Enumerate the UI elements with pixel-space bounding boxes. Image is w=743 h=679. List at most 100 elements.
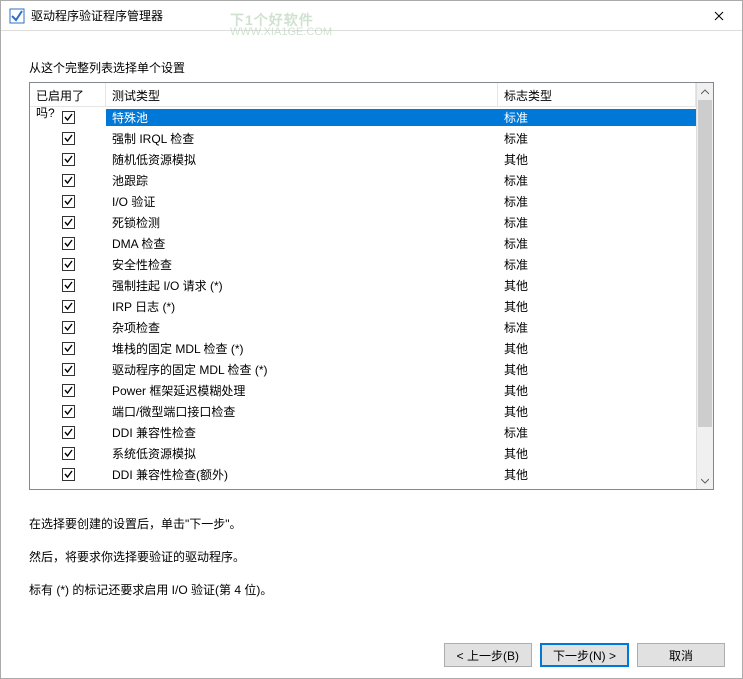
cell-test-type: DMA 检查: [106, 235, 498, 252]
enabled-checkbox[interactable]: [62, 216, 75, 229]
enabled-checkbox[interactable]: [62, 405, 75, 418]
table-row[interactable]: 堆栈的固定 MDL 检查 (*)其他: [30, 338, 696, 359]
table-row[interactable]: IRP 日志 (*)其他: [30, 296, 696, 317]
scrollbar-thumb[interactable]: [698, 100, 712, 427]
column-header-testtype[interactable]: 测试类型: [106, 83, 498, 106]
cell-test-type: 强制挂起 I/O 请求 (*): [106, 277, 498, 294]
cell-test-type: 端口/微型端口接口检查: [106, 403, 498, 420]
cancel-button[interactable]: 取消: [637, 643, 725, 667]
close-button[interactable]: [696, 1, 742, 31]
wizard-buttons: < 上一步(B) 下一步(N) > 取消: [444, 643, 725, 667]
column-header-flagtype[interactable]: 标志类型: [498, 83, 696, 106]
table-row[interactable]: DDI 兼容性检查(额外)其他: [30, 464, 696, 485]
checkmark-icon: [63, 175, 74, 186]
close-icon: [714, 11, 724, 21]
cell-enabled: [30, 342, 106, 355]
cell-enabled: [30, 468, 106, 481]
table-row[interactable]: 驱动程序的固定 MDL 检查 (*)其他: [30, 359, 696, 380]
window-title: 驱动程序验证程序管理器: [31, 7, 163, 24]
enabled-checkbox[interactable]: [62, 384, 75, 397]
enabled-checkbox[interactable]: [62, 237, 75, 250]
checkmark-icon: [63, 259, 74, 270]
note-line-1: 在选择要创建的设置后，单击"下一步"。: [29, 516, 714, 533]
table-row[interactable]: 端口/微型端口接口检查其他: [30, 401, 696, 422]
scrollbar-track[interactable]: [697, 100, 713, 472]
enabled-checkbox[interactable]: [62, 363, 75, 376]
enabled-checkbox[interactable]: [62, 468, 75, 481]
settings-listview[interactable]: 已启用了吗? 测试类型 标志类型 特殊池标准强制 IRQL 检查标准随机低资源模…: [29, 82, 714, 490]
enabled-checkbox[interactable]: [62, 111, 75, 124]
cell-flag-type: 标准: [498, 172, 696, 189]
cell-enabled: [30, 174, 106, 187]
listview-header: 已启用了吗? 测试类型 标志类型: [30, 83, 696, 107]
checkmark-icon: [63, 301, 74, 312]
enabled-checkbox[interactable]: [62, 174, 75, 187]
enabled-checkbox[interactable]: [62, 321, 75, 334]
cell-enabled: [30, 153, 106, 166]
enabled-checkbox[interactable]: [62, 300, 75, 313]
enabled-checkbox[interactable]: [62, 195, 75, 208]
checkmark-icon: [63, 154, 74, 165]
cell-enabled: [30, 300, 106, 313]
checkmark-icon: [63, 280, 74, 291]
cell-test-type: Power 框架延迟模糊处理: [106, 382, 498, 399]
table-row[interactable]: 池跟踪标准: [30, 170, 696, 191]
note-line-3: 标有 (*) 的标记还要求启用 I/O 验证(第 4 位)。: [29, 582, 714, 599]
next-button[interactable]: 下一步(N) >: [540, 643, 629, 667]
table-row[interactable]: 特殊池标准: [30, 107, 696, 128]
enabled-checkbox[interactable]: [62, 279, 75, 292]
cell-flag-type: 其他: [498, 466, 696, 483]
table-row[interactable]: DMA 检查标准: [30, 233, 696, 254]
table-row[interactable]: 死锁检测标准: [30, 212, 696, 233]
cell-flag-type: 标准: [498, 109, 696, 126]
checkmark-icon: [63, 196, 74, 207]
cell-test-type: DDI 兼容性检查: [106, 424, 498, 441]
column-header-enabled[interactable]: 已启用了吗?: [30, 83, 106, 106]
enabled-checkbox[interactable]: [62, 153, 75, 166]
cell-enabled: [30, 384, 106, 397]
enabled-checkbox[interactable]: [62, 342, 75, 355]
cell-flag-type: 标准: [498, 424, 696, 441]
instruction-notes: 在选择要创建的设置后，单击"下一步"。 然后，将要求你选择要验证的驱动程序。 标…: [29, 516, 714, 598]
table-row[interactable]: 安全性检查标准: [30, 254, 696, 275]
table-row[interactable]: 强制挂起 I/O 请求 (*)其他: [30, 275, 696, 296]
checkmark-icon: [63, 322, 74, 333]
enabled-checkbox[interactable]: [62, 258, 75, 271]
cell-enabled: [30, 258, 106, 271]
next-button-label: 下一步(N) >: [553, 647, 616, 664]
cell-enabled: [30, 216, 106, 229]
cell-flag-type: 标准: [498, 130, 696, 147]
cell-enabled: [30, 447, 106, 460]
checkmark-icon: [63, 343, 74, 354]
table-row[interactable]: 随机低资源模拟其他: [30, 149, 696, 170]
checkmark-icon: [63, 217, 74, 228]
note-line-2: 然后，将要求你选择要验证的驱动程序。: [29, 549, 714, 566]
checkmark-icon: [63, 406, 74, 417]
enabled-checkbox[interactable]: [62, 426, 75, 439]
enabled-checkbox[interactable]: [62, 132, 75, 145]
cell-flag-type: 标准: [498, 214, 696, 231]
scroll-down-button[interactable]: [697, 472, 713, 489]
table-row[interactable]: Power 框架延迟模糊处理其他: [30, 380, 696, 401]
scroll-up-button[interactable]: [697, 83, 713, 100]
table-row[interactable]: 杂项检查标准: [30, 317, 696, 338]
cell-flag-type: 标准: [498, 235, 696, 252]
vertical-scrollbar[interactable]: [696, 83, 713, 489]
checkmark-icon: [63, 133, 74, 144]
table-row[interactable]: 系统低资源模拟其他: [30, 443, 696, 464]
cell-flag-type: 其他: [498, 403, 696, 420]
cell-enabled: [30, 321, 106, 334]
table-row[interactable]: DDI 兼容性检查标准: [30, 422, 696, 443]
enabled-checkbox[interactable]: [62, 447, 75, 460]
cell-enabled: [30, 195, 106, 208]
table-row[interactable]: 强制 IRQL 检查标准: [30, 128, 696, 149]
cell-flag-type: 其他: [498, 361, 696, 378]
cell-flag-type: 其他: [498, 277, 696, 294]
app-icon: [9, 8, 25, 24]
cell-enabled: [30, 426, 106, 439]
cell-test-type: 驱动程序的固定 MDL 检查 (*): [106, 361, 498, 378]
table-row[interactable]: I/O 验证标准: [30, 191, 696, 212]
cell-test-type: 堆栈的固定 MDL 检查 (*): [106, 340, 498, 357]
chevron-down-icon: [701, 478, 709, 484]
back-button[interactable]: < 上一步(B): [444, 643, 532, 667]
